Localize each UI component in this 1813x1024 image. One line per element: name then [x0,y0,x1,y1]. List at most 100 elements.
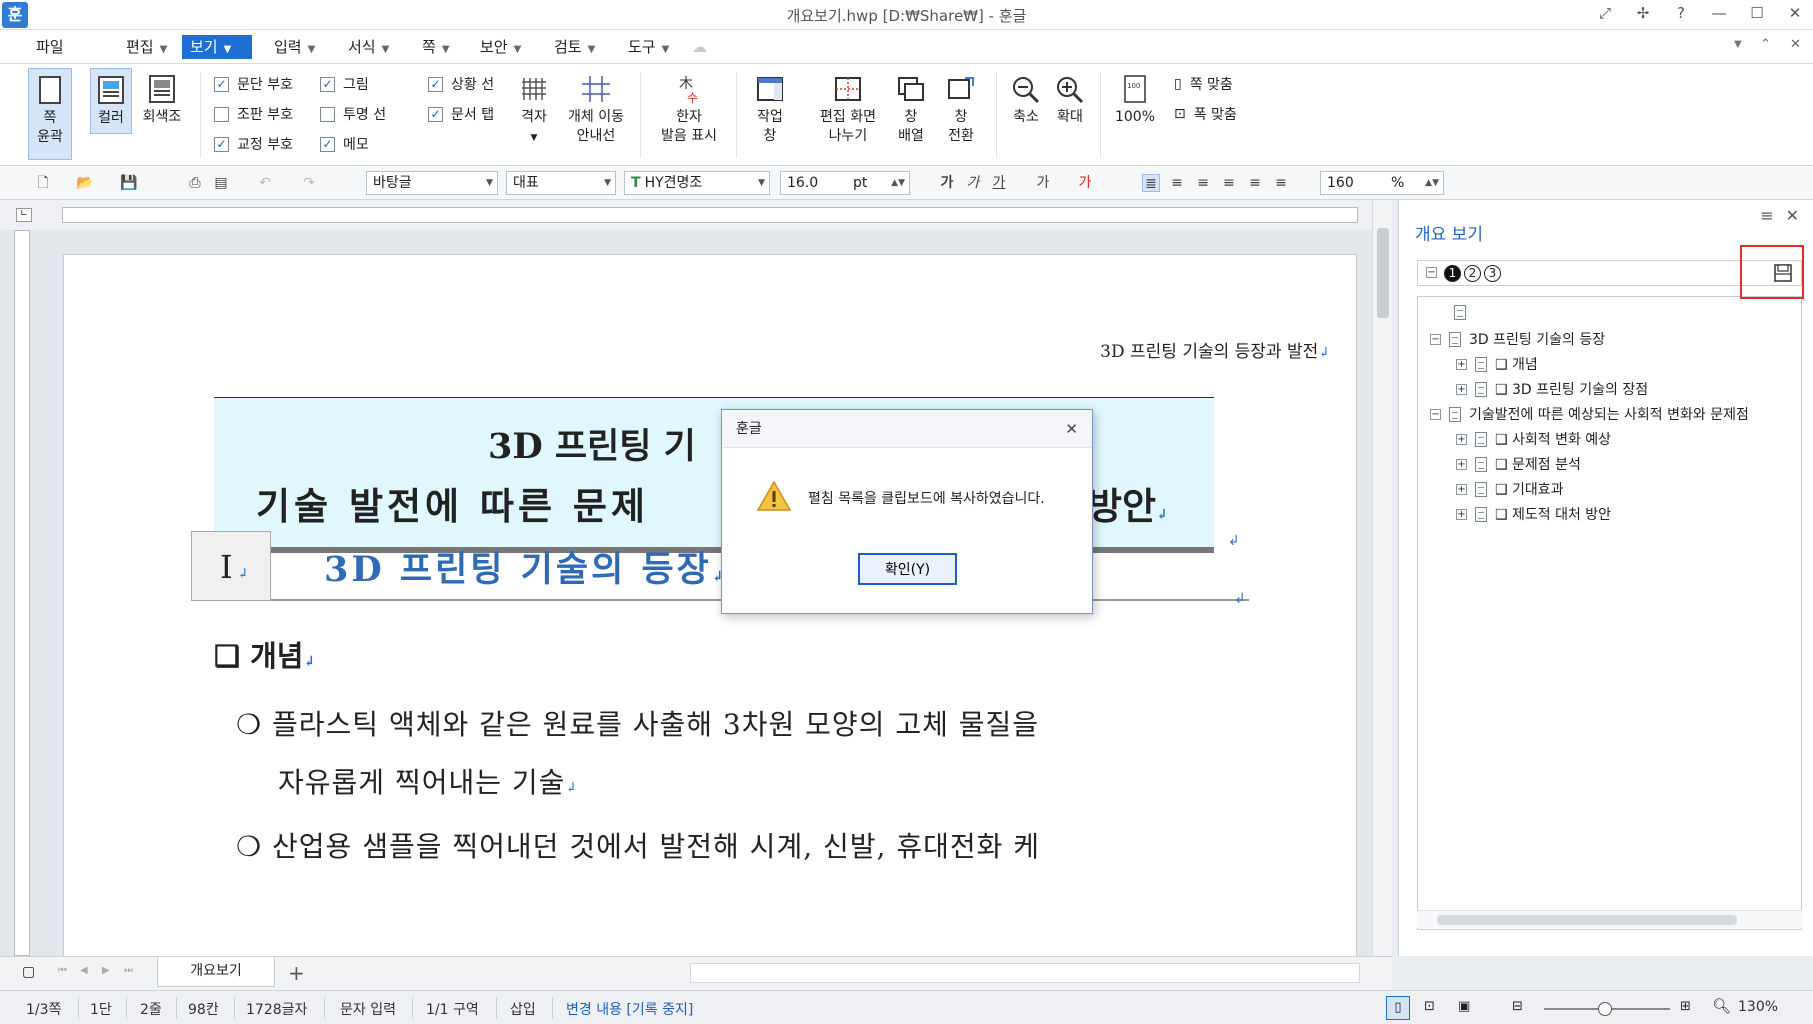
fit-width-icon[interactable]: ⊡ [1424,999,1435,1014]
undo-icon[interactable]: ↶ [256,174,274,192]
strikethrough-icon[interactable]: 가 [1034,174,1052,192]
distribute-icon[interactable]: ≡ [1246,174,1264,192]
status-insert[interactable]: 삽입 [510,999,536,1019]
status-page[interactable]: 1/3쪽 [26,999,61,1019]
scroll-thumb[interactable] [1377,228,1389,318]
open-folder-icon[interactable]: 📂 [76,174,94,192]
check-transparent-line[interactable]: 투명 선 [320,104,386,124]
help-icon[interactable]: ? [1671,4,1691,22]
print-icon[interactable]: ⎙ [186,174,204,192]
align-left-icon[interactable]: ≡ [1168,174,1186,192]
close-icon[interactable]: ✕ [1790,37,1801,52]
next-tab-icon[interactable]: ▶ [102,965,110,976]
zoom-out-small-icon[interactable]: ⊟ [1512,999,1523,1014]
tree-item-expected-effect[interactable]: + ❑ 기대효과 [1456,479,1564,499]
ok-button[interactable]: 확인(Y) [858,553,957,585]
justify-icon[interactable]: ≣ [1142,174,1160,192]
menu-format[interactable]: 서식 ▼ [340,35,397,59]
scroll-thumb[interactable] [1437,915,1737,925]
expand-icon[interactable]: + [1456,383,1467,395]
tree-item-problem-analysis[interactable]: + ❑ 문제점 분석 [1456,454,1581,474]
pin-icon[interactable]: ✢ [1633,4,1653,22]
object-guide-button[interactable]: 개체 이동 안내선 [562,68,630,160]
menu-tools[interactable]: 도구 ▼ [620,35,677,59]
preview-icon[interactable]: ▤ [212,174,230,192]
check-memo[interactable]: ✓ 메모 [320,134,369,154]
collapse-icon[interactable]: − [1430,333,1441,345]
fit-page-icon[interactable]: ▣ [1458,999,1470,1014]
panel-horizontal-scrollbar[interactable] [1417,910,1802,928]
add-tab-icon[interactable]: + [288,961,305,985]
paragraph-style-select[interactable]: 바탕글 ▼ [366,171,498,195]
redo-icon[interactable]: ↷ [300,174,318,192]
zoom-in-small-icon[interactable]: ⊞ [1680,999,1691,1014]
check-document-tab[interactable]: ✓ 문서 탭 [428,104,494,124]
grid-button[interactable]: 격자 ▼ [514,68,554,160]
window-switch-button[interactable]: 창 전환 [938,68,984,160]
horizontal-scrollbar[interactable] [690,963,1360,983]
tree-root[interactable] [1454,305,1466,320]
maximize-icon[interactable]: ☐ [1747,4,1767,22]
expand-icon[interactable]: + [1456,508,1467,520]
fit-width-button[interactable]: ⊡ 폭 맞춤 [1174,104,1237,124]
memo-icon[interactable]: ▢ [22,964,35,980]
close-icon[interactable]: ✕ [1065,420,1078,438]
bold-icon[interactable]: 가 [938,174,956,192]
close-icon[interactable]: ✕ [1785,4,1805,22]
window-arrange-button[interactable]: 창 배열 [888,68,934,160]
expand-icon[interactable]: + [1456,433,1467,445]
font-color-icon[interactable]: 가 [1076,174,1094,192]
menu-icon[interactable]: ≡ [1760,206,1773,225]
menu-page[interactable]: 쪽 ▼ [414,35,458,59]
tree-item-section-1[interactable]: −3D 프린팅 기술의 등장 [1430,329,1605,349]
document-area[interactable]: 3D 프린팅 기술의 등장과 발전↲ 3D 프린팅 기 기술 발전에 따른 문제… [0,230,1392,956]
check-paragraph-marks[interactable]: ✓ 문단 부호 [214,74,293,94]
menu-edit[interactable]: 편집 ▼ [118,35,175,59]
align-center-icon[interactable]: ≡ [1194,174,1212,192]
close-icon[interactable]: ✕ [1786,206,1799,225]
zoom-100-button[interactable]: 100 100% [1110,68,1160,134]
prev-tab-icon[interactable]: ◀ [80,965,88,976]
last-tab-icon[interactable]: ⏭ [124,965,133,976]
horizontal-ruler[interactable] [62,207,1358,223]
zoom-out-button[interactable]: 축소 [1006,68,1046,134]
tree-item-institutional[interactable]: + ❑ 제도적 대처 방안 [1456,504,1611,524]
hanja-pronunciation-button[interactable]: 木수 한자 발음 표시 [654,68,724,160]
first-tab-icon[interactable]: ⏮ [58,965,67,976]
zoom-slider-thumb[interactable] [1598,1002,1612,1016]
status-zoom[interactable]: 130% [1738,999,1778,1015]
expand-icon[interactable]: + [1456,458,1467,470]
vertical-scrollbar[interactable] [1372,200,1392,956]
menu-view[interactable]: 보기 ▼ [182,35,252,59]
check-layout-marks[interactable]: 조판 부호 [214,104,293,124]
document-page[interactable]: 3D 프린팅 기술의 등장과 발전↲ 3D 프린팅 기 기술 발전에 따른 문제… [63,254,1357,956]
check-proof-marks[interactable]: ✓ 교정 부호 [214,134,293,154]
expand-icon[interactable]: + [1456,358,1467,370]
color-button[interactable]: 컬러 [90,68,132,134]
zoom-slider[interactable] [1544,1002,1670,1016]
italic-icon[interactable]: 가 [964,174,982,192]
language-select[interactable]: 대표 ▼ [506,171,616,195]
menu-security[interactable]: 보안 ▼ [472,35,529,59]
divide-icon[interactable]: ≡ [1272,174,1290,192]
zoom-icon[interactable]: 🔍︎ [1712,997,1731,1015]
outline-tree[interactable]: −3D 프린팅 기술의 등장 + ❑ 개념 + ❑ 3D 프린팅 기술의 장점 − 기… [1417,296,1802,930]
zoom-in-button[interactable]: 확대 [1050,68,1090,134]
tree-item-social-change[interactable]: + ❑ 사회적 변화 예상 [1456,429,1611,449]
work-window-button[interactable]: 작업 창 [748,68,792,160]
line-spacing-input[interactable]: 160% ▲▼ [1320,171,1444,195]
split-view-button[interactable]: 편집 화면 나누기 [810,68,886,160]
level-1-button[interactable]: 1 [1444,265,1461,282]
level-2-button[interactable]: 2 [1464,265,1481,282]
expand-icon[interactable]: + [1456,483,1467,495]
fullscreen-icon[interactable]: ⤢ [1595,4,1615,22]
menu-insert[interactable]: 입력 ▼ [266,35,323,59]
tree-item-section-2[interactable]: − 기술발전에 따른 예상되는 사회적 변화와 문제점 [1430,404,1749,424]
tree-item-concept[interactable]: + ❑ 개념 [1456,354,1538,374]
check-picture[interactable]: ✓ 그림 [320,74,369,94]
underline-icon[interactable]: 가 [990,174,1008,192]
font-size-input[interactable]: 16.0 pt ▲▼ [780,171,910,195]
page-view-icon[interactable]: ▯ [1386,996,1410,1020]
menu-file[interactable]: 파일 [28,35,72,59]
font-select[interactable]: T HY견명조 ▼ [624,171,770,195]
